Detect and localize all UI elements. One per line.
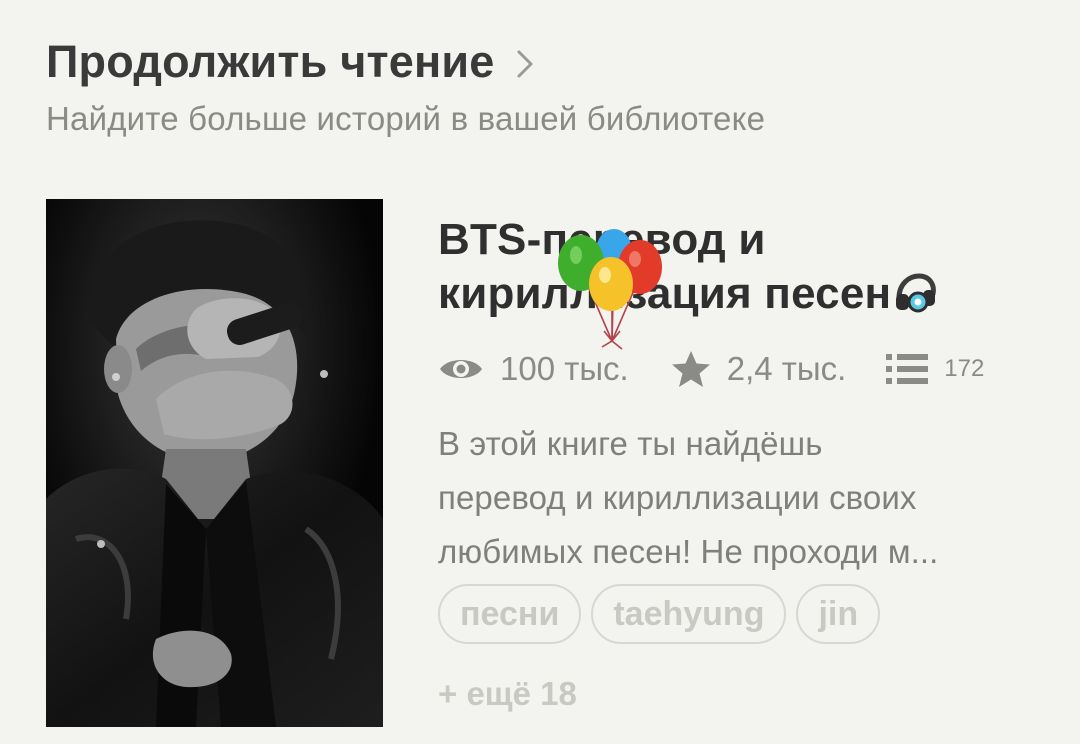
tag-chip[interactable]: jin <box>796 584 881 644</box>
description-line: перевод и кириллизации своих <box>438 479 917 516</box>
eye-icon <box>438 354 484 384</box>
list-icon <box>886 352 929 386</box>
star-icon <box>671 350 711 388</box>
description-line: В этой книге ты найдёшь <box>438 425 823 462</box>
votes-stat: 2,4 тыс. <box>671 350 847 388</box>
balloons-icon <box>546 223 676 353</box>
reads-count: 100 тыс. <box>500 350 629 387</box>
headphones-icon <box>893 272 937 327</box>
chevron-right-icon[interactable] <box>514 47 536 81</box>
description-line: любимых песен! Не проходи м... <box>438 533 939 570</box>
story-card[interactable]: BTS-перевод и кириллизация песен <box>46 199 1046 727</box>
tag-chip[interactable]: песни <box>438 584 582 644</box>
continue-reading-header[interactable]: Продолжить чтение <box>46 36 536 88</box>
tag-chip[interactable]: taehyung <box>591 584 787 644</box>
parts-stat: 172 <box>886 352 984 386</box>
more-tags-link[interactable]: + ещё 18 <box>438 675 577 713</box>
tag-list: песни taehyung jin <box>438 584 881 644</box>
story-stats: 100 тыс. 2,4 тыс. 172 <box>438 349 984 389</box>
story-title[interactable]: BTS-перевод и кириллизация песен <box>438 213 1028 327</box>
votes-count: 2,4 тыс. <box>726 350 847 387</box>
section-subtitle: Найдите больше историй в вашей библиотек… <box>46 100 766 137</box>
section-title: Продолжить чтение <box>46 36 495 87</box>
story-cover-image[interactable] <box>46 199 383 727</box>
parts-count: 172 <box>944 355 985 382</box>
story-description: В этой книге ты найдёшь перевод и кирилл… <box>438 417 1038 579</box>
reads-stat: 100 тыс. <box>438 350 629 388</box>
